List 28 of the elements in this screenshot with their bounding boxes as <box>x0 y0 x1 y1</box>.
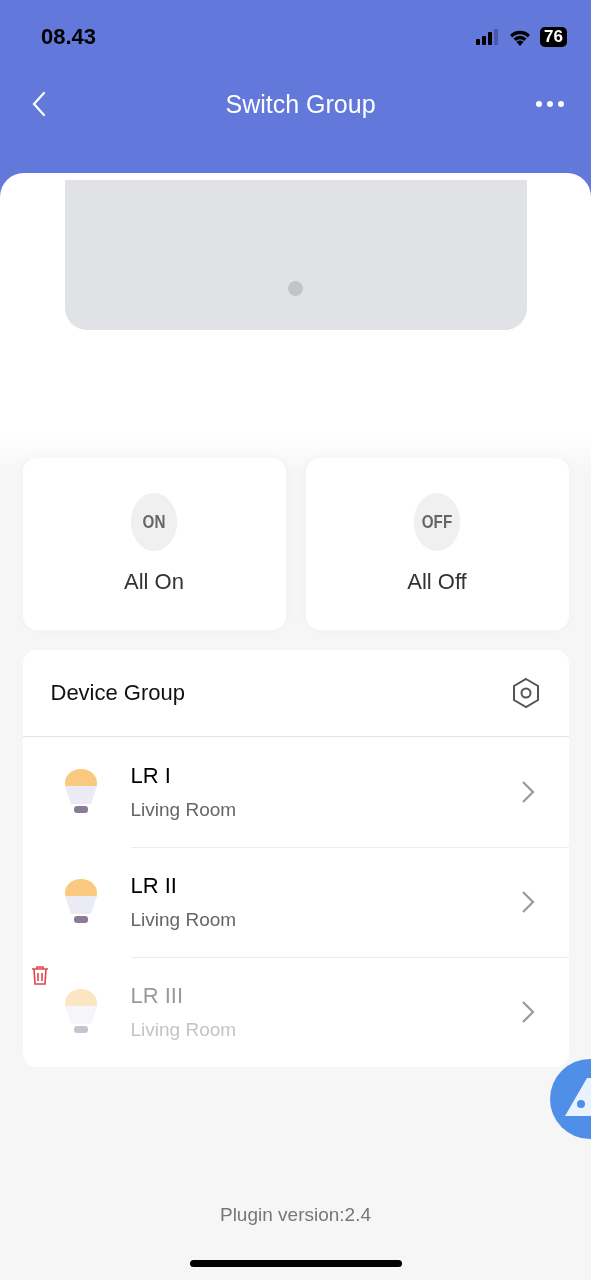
more-button[interactable] <box>533 98 567 110</box>
device-row[interactable]: LR II Living Room <box>22 847 569 957</box>
action-label: All On <box>124 569 184 595</box>
signal-icon <box>476 29 501 45</box>
group-title: Device Group <box>50 680 185 706</box>
chevron-icon <box>520 1000 535 1024</box>
status-time: 08.43 <box>41 24 97 50</box>
device-room: Living Room <box>130 909 238 931</box>
device-row[interactable]: LR I Living Room <box>22 737 569 847</box>
device-name: LR III <box>130 983 185 1009</box>
action-card[interactable]: ON All On <box>22 458 286 630</box>
settings-icon[interactable] <box>510 677 541 709</box>
back-button[interactable] <box>30 89 48 119</box>
plugin-version: Plugin version:2.4 <box>219 1204 371 1226</box>
device-room: Living Room <box>130 799 238 821</box>
chevron-icon <box>520 890 535 914</box>
device-room: Living Room <box>130 1019 238 1041</box>
power-badge: OFF <box>413 493 461 551</box>
chevron-icon <box>520 780 535 804</box>
device-name: LR I <box>130 763 172 789</box>
device-name: LR II <box>130 873 178 899</box>
action-card[interactable]: OFF All Off <box>305 458 569 630</box>
action-label: All Off <box>407 569 467 595</box>
assistant-button[interactable] <box>549 1058 591 1140</box>
power-badge: ON <box>130 493 178 551</box>
battery-icon: 76 <box>540 27 567 47</box>
wifi-icon <box>508 28 533 46</box>
screen-title: Switch Group <box>225 89 376 119</box>
